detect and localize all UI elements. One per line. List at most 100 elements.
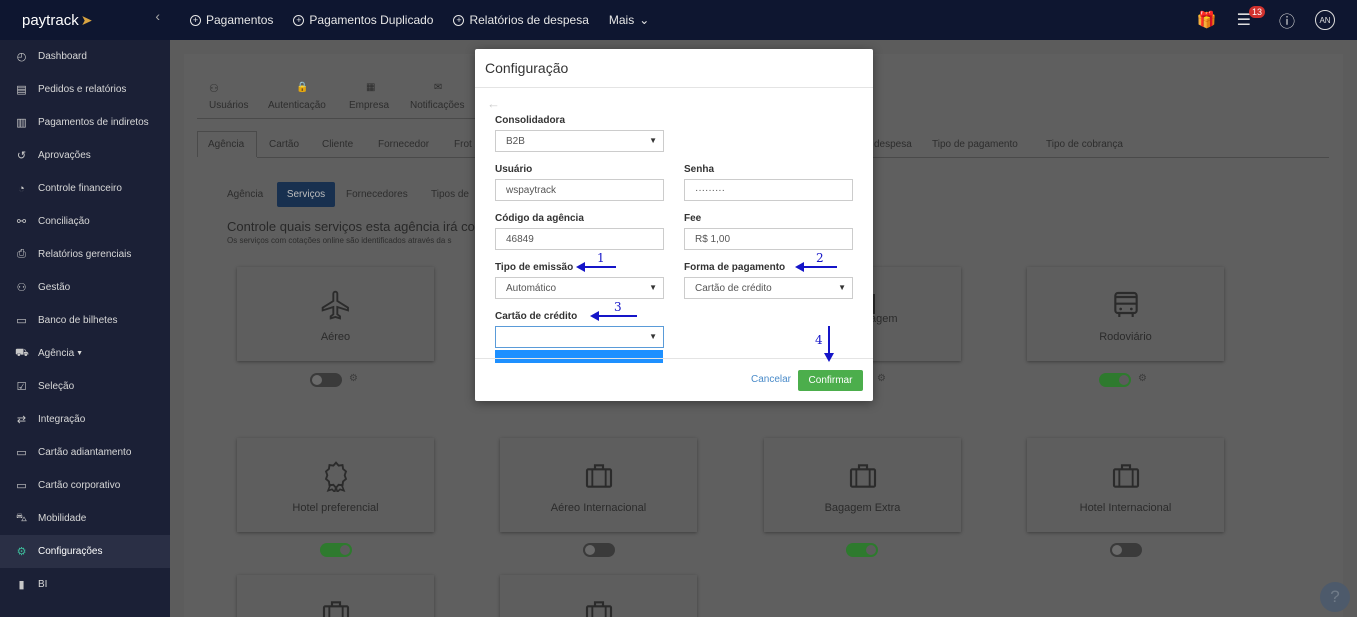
tab-usuarios[interactable]: Usuários <box>209 100 248 111</box>
codigo-input[interactable]: 46849 <box>495 228 664 250</box>
sync-icon: ⇄ <box>16 414 27 426</box>
service-card-rodoviario[interactable]: Rodoviário <box>1027 267 1224 361</box>
sidebar-item-pedidos-e-relatorios[interactable]: ▤ Pedidos e relatórios <box>0 73 170 106</box>
briefcase-icon <box>585 464 612 488</box>
services-subheading: Os serviços com cotações online são iden… <box>227 236 452 245</box>
sidebar-item-agencia[interactable]: ⛟ Agência ▼ <box>0 337 170 370</box>
users-tab-icon: ⚇ <box>209 83 219 95</box>
fee-input[interactable]: R$ 1,00 <box>684 228 853 250</box>
checkbox-icon: ☑ <box>16 381 27 393</box>
caret-down-icon: ▼ <box>649 283 657 292</box>
gear-icon[interactable]: ⚙ <box>349 373 358 384</box>
usuario-input[interactable]: wspaytrack <box>495 179 664 201</box>
sidebar-item-label: Configurações <box>38 546 103 557</box>
ticket-icon: ▭ <box>16 315 27 327</box>
subtab-tipo-cobranca[interactable]: Tipo de cobrança <box>1046 139 1123 150</box>
gear-icon[interactable]: ⚙ <box>1138 373 1147 384</box>
cancel-button[interactable]: Cancelar <box>751 374 791 385</box>
plane-icon <box>321 290 349 320</box>
tab-notificacoes[interactable]: Notificações <box>410 100 464 111</box>
sidebar-item-relatorios-gerenciais[interactable]: ⎙ Relatórios gerenciais <box>0 238 170 271</box>
tab-empresa[interactable]: Empresa <box>349 100 389 111</box>
sidebar-item-label: Relatórios gerenciais <box>38 249 132 260</box>
pie-chart-icon: ◔ <box>18 182 25 195</box>
document-icon: ▤ <box>16 84 27 96</box>
subtab-tipo-pagamento[interactable]: Tipo de pagamento <box>932 139 1018 150</box>
service-label: Rodoviário <box>1099 331 1152 343</box>
gift-icon[interactable]: 🎁 <box>1197 10 1217 30</box>
help-icon[interactable]: ⓘ <box>1279 8 1295 32</box>
agency-tab-servicos[interactable]: Serviços <box>277 182 335 207</box>
user-avatar[interactable]: AN <box>1315 10 1335 30</box>
agency-tab-agencia[interactable]: Agência <box>227 189 263 200</box>
sidebar-item-label: Gestão <box>38 282 71 293</box>
brand-logo[interactable]: paytrack ➤ ‹ <box>0 0 170 40</box>
gear-icon[interactable]: ⚙ <box>877 373 886 384</box>
service-toggle-hotel-internacional[interactable] <box>1110 543 1142 557</box>
sidebar-item-cartao-corporativo[interactable]: ▭ Cartão corporativo <box>0 469 170 502</box>
service-toggle-aereo[interactable] <box>310 373 342 387</box>
nav-mais[interactable]: Mais ⌄ <box>609 13 649 27</box>
tab-autenticacao[interactable]: Autenticação <box>268 100 326 111</box>
service-card-hotel-internacional[interactable]: Hotel Internacional <box>1027 438 1224 532</box>
sidebar-item-aprovacoes[interactable]: ↺ Aprovações <box>0 139 170 172</box>
subtab-cartao[interactable]: Cartão <box>269 139 299 150</box>
nav-pagamentos[interactable]: + Pagamentos <box>190 13 273 27</box>
forma-pagamento-select[interactable]: Cartão de crédito ▼ <box>684 277 853 299</box>
modal-title: Configuração <box>475 49 873 88</box>
subtab-frota[interactable]: Frot <box>454 139 472 150</box>
service-card-hotel-preferencial[interactable]: Hotel preferencial <box>237 438 434 532</box>
subtab-despesa[interactable]: despesa <box>874 139 912 150</box>
agency-tab-fornecedores[interactable]: Fornecedores <box>346 189 408 200</box>
service-toggle-aereo-internacional[interactable] <box>583 543 615 557</box>
service-card-aereo[interactable]: Aéreo <box>237 267 434 361</box>
sidebar-item-integracao[interactable]: ⇄ Integração <box>0 403 170 436</box>
sidebar-item-bi[interactable]: ▮ BI <box>0 568 170 601</box>
service-toggle-rodoviario[interactable] <box>1099 373 1131 387</box>
caret-down-icon: ▼ <box>649 332 657 341</box>
consolidadora-select[interactable]: B2B ▼ <box>495 130 664 152</box>
confirm-button[interactable]: Confirmar <box>798 370 863 391</box>
sidebar-item-pagamentos-de-indiretos[interactable]: ▥ Pagamentos de indiretos <box>0 106 170 139</box>
service-toggle-bagagem-extra[interactable] <box>846 543 878 557</box>
sidebar-item-label: Banco de bilhetes <box>38 315 118 326</box>
subtab-cliente[interactable]: Cliente <box>322 139 353 150</box>
sidebar-item-mobilidade[interactable]: ⛍ Mobilidade <box>0 502 170 535</box>
sidebar: ◴ Dashboard ▤ Pedidos e relatórios ▥ Pagament… <box>0 40 170 617</box>
sidebar-item-selecao[interactable]: ☑ Seleção <box>0 370 170 403</box>
sidebar-item-dashboard[interactable]: ◴ Dashboard <box>0 40 170 73</box>
sidebar-item-label: Agência <box>38 348 75 359</box>
nav-relatorios-despesa[interactable]: + Relatórios de despesa <box>453 13 589 27</box>
service-card-partial[interactable] <box>500 575 697 617</box>
sidebar-item-conciliacao[interactable]: ⚯ Conciliação <box>0 205 170 238</box>
service-card-aereo-internacional[interactable]: Aéreo Internacional <box>500 438 697 532</box>
subtab-fornecedor[interactable]: Fornecedor <box>378 139 429 150</box>
bus-icon <box>1113 291 1138 317</box>
back-arrow-icon[interactable]: ← <box>487 96 500 111</box>
sidebar-item-cartao-adiantamento[interactable]: ▭ Cartão adiantamento <box>0 436 170 469</box>
sidebar-collapse-icon[interactable]: ‹ <box>155 8 160 24</box>
cartao-credito-select[interactable]: ▼ <box>495 326 664 348</box>
help-chat-icon[interactable]: ? <box>1320 582 1350 612</box>
caret-down-icon: ▼ <box>838 283 846 292</box>
service-toggle-hotel-preferencial[interactable] <box>320 543 352 557</box>
sidebar-item-gestao[interactable]: ⚇ Gestão <box>0 271 170 304</box>
forma-pagamento-label: Forma de pagamento <box>684 262 786 273</box>
sidebar-item-label: BI <box>38 579 48 590</box>
plus-circle-icon: + <box>293 14 305 26</box>
lock-icon: 🔒 <box>296 82 309 93</box>
service-card-bagagem-extra[interactable]: Bagagem Extra <box>764 438 961 532</box>
tasks-icon[interactable]: ☰ 13 <box>1237 6 1265 30</box>
sidebar-item-controle-financeiro[interactable]: ◔ Controle financeiro <box>0 172 170 205</box>
service-card-partial[interactable] <box>237 575 434 617</box>
senha-input[interactable]: ········· <box>684 179 853 201</box>
subtab-agencia[interactable]: Agência <box>208 139 244 150</box>
nav-pagamentos-duplicado[interactable]: + Pagamentos Duplicado <box>293 13 433 27</box>
annotation-arrow-4 <box>824 326 834 362</box>
tipo-emissao-select[interactable]: Automático ▼ <box>495 277 664 299</box>
sidebar-item-banco-de-bilhetes[interactable]: ▭ Banco de bilhetes <box>0 304 170 337</box>
agency-tab-tipos[interactable]: Tipos de <box>431 189 469 200</box>
sidebar-item-label: Dashboard <box>38 51 87 62</box>
sidebar-item-configuracoes[interactable]: ⚙ Configurações <box>0 535 170 568</box>
bar-chart-icon: ▮ <box>18 579 25 591</box>
